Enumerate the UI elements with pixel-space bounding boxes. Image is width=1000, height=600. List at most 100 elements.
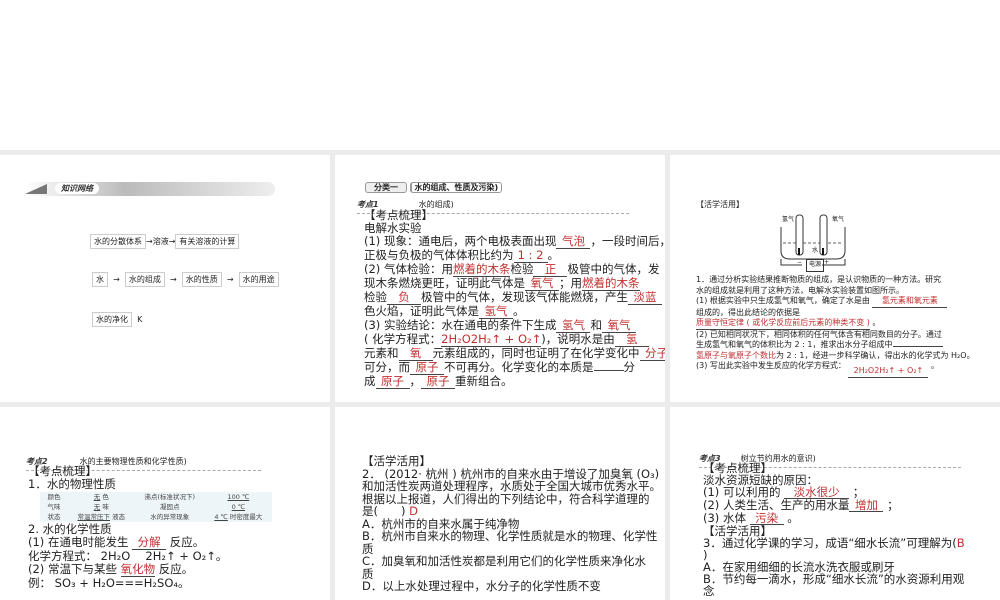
answer: 原子 [375, 375, 410, 389]
text: 反应。 [169, 535, 205, 549]
answer: 负 [387, 291, 421, 305]
category-header: 分类一 水的组成、性质及污染) [365, 182, 503, 193]
node: 水的用途 [238, 272, 279, 287]
category-label: 分类一 [365, 182, 407, 193]
text: ； [887, 498, 899, 512]
text: ；用 [559, 276, 582, 290]
answer: 燃着的木条 [582, 276, 640, 291]
slide-knowledge-network[interactable]: 知识网络 水的分散体系 →溶液→ 有关溶液的计算 水 → 水的组成 → 水的性质 →… [0, 155, 330, 402]
answer: 氢原子与氧原子个数比 [696, 350, 776, 360]
text: (2) 已知相同状况下，相同体积的任何气体含有相同数目的分子。通过 [696, 329, 942, 339]
question-1: 1．通过分析实验结果推断物质的组成，是认识物质的一种方法。研究 水的组成就是利用… [696, 275, 975, 378]
property-table: 颜色无 色沸点(标准状况下) 100 ℃ 气味无 味凝固点 0 ℃ 状态 常温常压下 … [40, 492, 272, 522]
text: (2) 常温下与某些 [28, 562, 117, 576]
table-cell: 无 味 [68, 502, 135, 512]
text: 成 [364, 374, 376, 388]
text: 重新组合。 [455, 374, 513, 388]
table-cell: 状态 [40, 512, 68, 522]
label-water: 水 [812, 247, 819, 254]
table-cell: 无 色 [68, 492, 135, 502]
text: ，一段时间后， [590, 234, 665, 248]
text: )，说明水是由 [541, 332, 615, 346]
text: 3．通过化学课的学习，成语“细水长流”可理解为( [703, 536, 957, 550]
answer: 2H₂O2H₂↑ + O₂↑ [441, 332, 542, 347]
text: (3) 水体 [703, 511, 746, 525]
cell-text: 100 ℃ [227, 493, 250, 501]
option-d: D．以上水处理过程中，水分子的化学性质不变 [362, 579, 601, 593]
arrow: → [226, 275, 234, 284]
question-2: 【活学活用】 2． (2012· 杭州 ) 杭州市的自来水由于增设了加臭氧 (O… [362, 455, 661, 593]
option-b: B．杭州市自来水的物理、化学性质就是水的物理、化学性 [362, 529, 658, 543]
text: (2) 人类生活、生产的用水量 [703, 498, 850, 512]
answer: 氧气 [601, 319, 636, 333]
cell-text: 常温常压下 [77, 513, 111, 521]
table-cell: 0 ℃ [205, 502, 272, 512]
text: 可分，而 [364, 360, 410, 374]
text: 色火焰，证明此气体是 [364, 304, 479, 318]
cell-text: 颜色 [47, 493, 61, 501]
answer: B [956, 536, 965, 550]
text: ( 化学方程式： [364, 332, 442, 346]
cell-text: 沸点(标准状况下) [144, 493, 195, 501]
answer: 氧气 [525, 277, 559, 291]
text: (3) 实验结论：水在通电的条件下生成 [364, 318, 557, 332]
text: 。 [787, 511, 799, 525]
answer: 质量守恒定律 ( 或化学反应前后元素的种类不变 ) [696, 318, 870, 330]
answer: 原子 [421, 375, 455, 389]
text: 为 2 : 1，经进一步科学确认，得出水的化学式为 H₂O。 [776, 350, 975, 360]
text: 不可再分。化学变化的本质是 [444, 360, 594, 374]
table-row: 气味无 味凝固点 0 ℃ [40, 502, 272, 512]
network-row-1: 水的分散体系 →溶液→ 有关溶液的计算 [90, 229, 240, 249]
text: 极管中的气体，发现该气体能燃烧，产生 [421, 290, 628, 304]
answer: 淡蓝 [628, 291, 662, 305]
heading: 【活学活用】 [696, 200, 744, 209]
label-minus: − [797, 259, 803, 266]
slide-water-properties[interactable]: 考点2 水的主要物理性质和化学性质) 【考点梳理】 1．水的物理性质 颜色无 色沸… [0, 407, 330, 600]
cell-text: 水的异常现象 [150, 513, 190, 521]
network-row-3: 水的净化 K [92, 307, 142, 327]
slide-water-composition[interactable]: 分类一 水的组成、性质及污染) 考点1 水的组成) 【考点梳理】 电解水实验 (1… [335, 155, 665, 402]
text: 现木条燃烧更旺，证明此气体是 [364, 276, 525, 290]
answer: 增加 [849, 499, 884, 512]
text: 。 [547, 248, 560, 262]
cell-text: 凝固点 [159, 503, 180, 511]
table-cell: 水的异常现象 [135, 512, 205, 522]
answer: 气泡 [556, 235, 591, 249]
text: (1) 在通电时能发生 [28, 535, 129, 549]
node: 水的性质 [181, 272, 222, 287]
text: 元素和 [364, 346, 399, 360]
text: 1．通过分析实验结果推断物质的组成，是认识物质的一种方法。研究 [696, 275, 942, 284]
label-power: 电源 [806, 259, 825, 272]
equation: 例： SO₃ + H₂O===H₂SO₄。 [28, 576, 190, 590]
label-hydrogen: 氢气 [782, 216, 795, 223]
text: 分 [623, 360, 636, 374]
text: 。 [872, 318, 881, 327]
arrow: → [169, 275, 177, 284]
table-cell: 100 ℃ [205, 492, 272, 502]
text: 组成的，得出此结论的依据是 [696, 307, 800, 317]
answer: D [409, 504, 418, 518]
network-row-2: 水 → 水的组成 → 水的性质 → 水的用途 [92, 267, 279, 287]
label-plus: + [824, 259, 830, 266]
node-tail: K [137, 315, 143, 324]
text: 检验 [510, 262, 534, 276]
category-title: 水的组成、性质及污染) [409, 182, 503, 193]
text: ； [852, 485, 865, 499]
text: 元素组成的，同时也证明了在化学变化中 [432, 346, 640, 360]
text: 生成氢气和氧气的体积比为 2 : 1，推求出水分子组成中 [696, 340, 893, 349]
table-cell: 常温常压下 液态 [68, 512, 135, 522]
answer: 氢 [614, 333, 649, 347]
text: 检验 [364, 290, 387, 304]
option-b-cont: 念 [703, 584, 715, 598]
slide-practice-2[interactable]: 【活学活用】 2． (2012· 杭州 ) 杭州市的自来水由于增设了加臭氧 (O… [335, 407, 665, 600]
text: (1) 根据实验中只生成氢气和氧气，确定了水是由 [696, 296, 870, 305]
text-block: 【考点梳理】 1．水的物理性质 颜色无 色沸点(标准状况下) 100 ℃ 气味无 … [28, 465, 272, 590]
table-row: 颜色无 色 沸点(标准状况下) 100 ℃ [40, 492, 272, 502]
text: 是( ) [362, 504, 406, 518]
text: 和 [590, 318, 602, 332]
table-cell: 4 ℃ 时密度最大 [205, 512, 272, 522]
banner: 知识网络 [25, 182, 275, 196]
slide-water-saving[interactable]: 考点3 树立节约用水的意识) 【考点梳理】 淡水资源短缺的原因： (1) 可以利用… [670, 407, 1000, 600]
slide-practice-1[interactable]: 【活学活用】 氢气 氧气 水 电源 − + 1．通过分析实验结果推断物质的组成，… [670, 155, 1000, 402]
arrow: → [113, 275, 120, 284]
